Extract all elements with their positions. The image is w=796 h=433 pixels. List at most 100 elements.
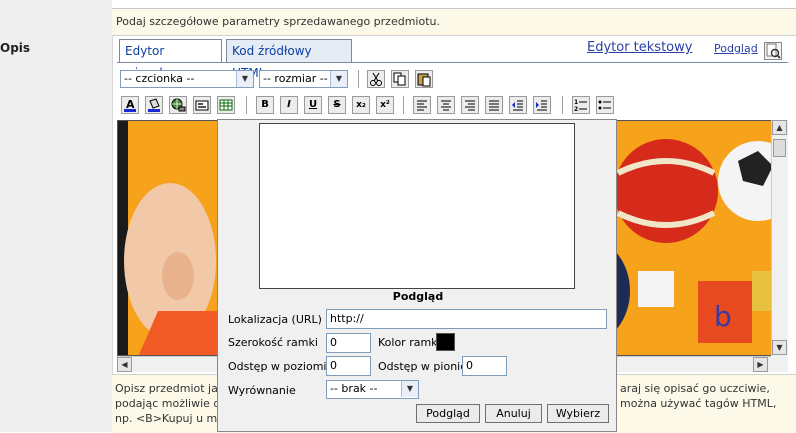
- tab-html-source[interactable]: Kod źródłowy HTML: [226, 39, 352, 80]
- border-width-value: 0: [330, 336, 337, 349]
- size-select-value: -- rozmiar --: [263, 72, 328, 85]
- hint-bar: Podaj szczegółowe parametry sprzedawaneg…: [112, 9, 796, 36]
- indent-icon: [536, 100, 547, 111]
- svg-text:2: 2: [574, 106, 578, 113]
- image-icon: [195, 100, 209, 111]
- copy-button[interactable]: [391, 70, 409, 88]
- dialog-cancel-button[interactable]: Anuluj: [485, 404, 542, 423]
- superscript-button[interactable]: x²: [376, 96, 394, 114]
- size-select[interactable]: -- rozmiar -- ▼: [259, 70, 348, 88]
- hspace-value: 0: [330, 359, 337, 372]
- background-color-button[interactable]: [145, 96, 163, 114]
- underline-icon: U: [308, 99, 318, 110]
- justify-button[interactable]: [485, 96, 503, 114]
- strikethrough-button[interactable]: S: [328, 96, 346, 114]
- font-select[interactable]: -- czcionka -- ▼: [120, 70, 254, 88]
- editor-vertical-scrollbar[interactable]: ▲ ▼: [771, 120, 788, 356]
- italic-icon: I: [287, 99, 291, 110]
- scissors-icon: [370, 72, 382, 86]
- url-input[interactable]: http://: [326, 309, 607, 329]
- svg-text:1: 1: [574, 99, 578, 106]
- tab-visual-editor[interactable]: Edytor wizualny: [119, 39, 222, 80]
- subscript-button[interactable]: x₂: [352, 96, 370, 114]
- image-preview-box: [259, 123, 575, 289]
- chevron-down-icon: ▼: [401, 381, 418, 397]
- insert-table-button[interactable]: [217, 96, 235, 114]
- paste-button[interactable]: [415, 70, 433, 88]
- align-left-icon: [417, 100, 427, 111]
- vspace-value: 0: [466, 359, 473, 372]
- url-input-value: http://: [330, 312, 364, 325]
- scroll-right-icon[interactable]: ▶: [753, 357, 768, 372]
- toolbar-divider: [403, 96, 404, 114]
- copy-icon: [393, 72, 406, 86]
- hspace-input[interactable]: 0: [326, 356, 371, 376]
- unordered-list-button[interactable]: [596, 96, 614, 114]
- scroll-corner: [771, 356, 788, 372]
- footer-line-2-left: podając możliwie d: [115, 397, 221, 410]
- svg-text:b: b: [714, 300, 732, 333]
- border-width-input[interactable]: 0: [326, 333, 371, 353]
- align-center-icon: [441, 100, 451, 111]
- font-select-value: -- czcionka --: [124, 72, 195, 85]
- dialog-preview-button[interactable]: Podgląd: [416, 404, 480, 423]
- cut-button[interactable]: [367, 70, 385, 88]
- scroll-thumb[interactable]: [773, 139, 786, 157]
- ordered-list-button[interactable]: 12: [572, 96, 590, 114]
- footer-line-1-right: araj się opisać go uczciwie,: [620, 382, 770, 395]
- border-color-swatch[interactable]: [436, 333, 455, 351]
- hint-text: Podaj szczegółowe parametry sprzedawaneg…: [116, 15, 440, 28]
- hspace-label: Odstęp w poziomie: [228, 360, 334, 373]
- scroll-up-icon[interactable]: ▲: [772, 120, 787, 135]
- underline-button[interactable]: U: [304, 96, 322, 114]
- outdent-icon: [512, 100, 523, 111]
- insert-image-button[interactable]: [193, 96, 211, 114]
- align-left-button[interactable]: [413, 96, 431, 114]
- text-editor-link[interactable]: Edytor tekstowy: [587, 40, 692, 55]
- align-select-value: -- brak --: [330, 382, 378, 395]
- dialog-choose-button[interactable]: Wybierz: [547, 404, 609, 423]
- globe-link-icon: [171, 98, 186, 112]
- italic-button[interactable]: I: [280, 96, 298, 114]
- align-right-icon: [465, 100, 475, 111]
- url-label: Lokalizacja (URL): [228, 313, 322, 326]
- insert-image-dialog: Podgląd Lokalizacja (URL) http:// Szerok…: [217, 119, 617, 432]
- align-right-button[interactable]: [461, 96, 479, 114]
- chevron-down-icon: ▼: [236, 71, 253, 87]
- insert-link-button[interactable]: [169, 96, 187, 114]
- preview-caption: Podgląd: [392, 290, 444, 303]
- toolbar-divider: [358, 70, 359, 88]
- align-center-button[interactable]: [437, 96, 455, 114]
- outdent-button[interactable]: [509, 96, 527, 114]
- field-label: Opis: [0, 41, 31, 55]
- align-label: Wyrównanie: [228, 384, 296, 397]
- vspace-label: Odstęp w pionie: [378, 360, 467, 373]
- strikethrough-icon: S: [333, 99, 341, 110]
- border-width-label: Szerokość ramki: [228, 336, 318, 349]
- indent-button[interactable]: [533, 96, 551, 114]
- paint-bucket-icon: [148, 98, 160, 112]
- tab-underline: [117, 62, 788, 63]
- chevron-down-icon: ▼: [330, 71, 347, 87]
- justify-icon: [489, 100, 499, 111]
- superscript-icon: x²: [380, 100, 390, 110]
- vspace-input[interactable]: 0: [462, 356, 507, 376]
- text-color-button[interactable]: A: [121, 96, 139, 114]
- footer-line-2-right: można używać tagów HTML,: [620, 397, 777, 410]
- scroll-left-icon[interactable]: ◀: [117, 357, 132, 372]
- paste-icon: [417, 73, 431, 87]
- left-column: [0, 0, 113, 432]
- table-icon: [219, 99, 233, 111]
- align-select[interactable]: -- brak -- ▼: [326, 380, 419, 399]
- footer-line-3-left: np. <B>Kupuj u mn: [115, 412, 225, 425]
- border-color-label: Kolor ramki: [378, 336, 441, 349]
- ordered-list-icon: 12: [574, 99, 587, 113]
- subscript-icon: x₂: [356, 100, 366, 110]
- scroll-down-icon[interactable]: ▼: [772, 340, 787, 355]
- bold-button[interactable]: B: [256, 96, 274, 114]
- preview-link[interactable]: Podgląd: [714, 42, 758, 55]
- top-strip: [112, 0, 796, 9]
- bold-icon: B: [261, 99, 269, 110]
- toolbar-divider: [246, 96, 247, 114]
- preview-icon[interactable]: [764, 42, 782, 60]
